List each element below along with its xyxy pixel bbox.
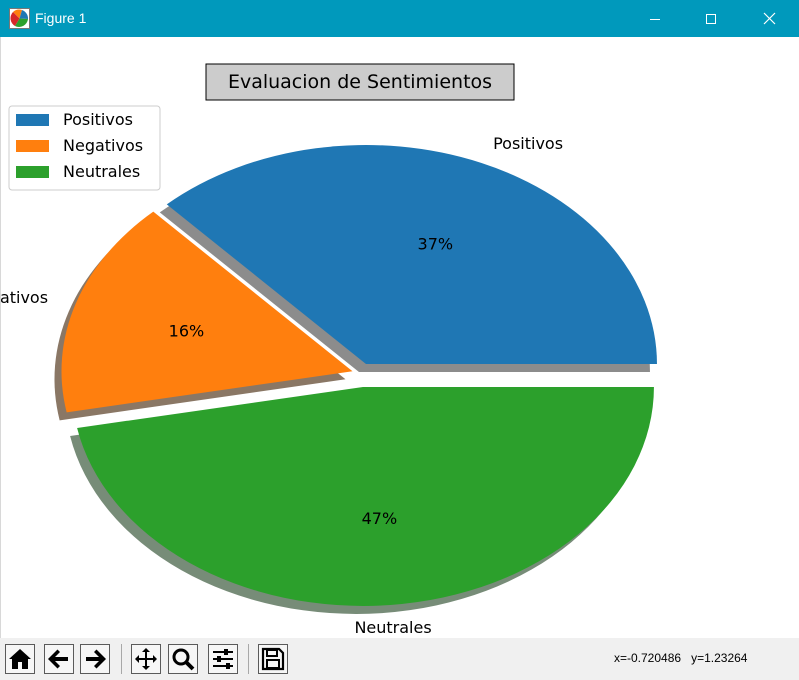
window-title: Figure 1 [35, 10, 87, 26]
legend-swatch-neutrales [16, 166, 49, 178]
slice-label-negativos: Negativos [0, 288, 48, 307]
close-button[interactable] [746, 0, 792, 37]
slice-percent-neutrales: 47% [362, 509, 398, 528]
pie-slice-neutrales [77, 386, 654, 606]
save-icon [261, 647, 285, 671]
slice-percent-positivos: 37% [418, 234, 454, 253]
pan-button[interactable] [131, 644, 161, 674]
toolbar-separator [248, 644, 249, 674]
back-button[interactable] [44, 644, 74, 674]
legend-label-neutrales: Neutrales [63, 162, 140, 181]
cursor-coordinates: x=-0.720486 y=1.23264 [614, 651, 747, 665]
slice-label-neutrales: Neutrales [354, 618, 431, 637]
legend: Positivos Negativos Neutrales [8, 105, 161, 191]
close-icon [763, 12, 775, 25]
configure-subplots-icon [213, 649, 233, 669]
coord-y: y=1.23264 [691, 651, 748, 665]
legend-entries: Positivos Negativos Neutrales [16, 110, 143, 181]
chart-title-box: Evaluacion de Sentimientos [205, 63, 515, 101]
home-icon [9, 649, 31, 669]
forward-button[interactable] [80, 644, 110, 674]
save-button[interactable] [258, 644, 288, 674]
maximize-button[interactable] [688, 0, 734, 37]
maximize-icon [706, 13, 716, 24]
slice-percent-negativos: 16% [169, 322, 205, 341]
back-icon [48, 649, 68, 669]
matplotlib-figure-icon [9, 8, 30, 29]
slice-label-positivos: Positivos [493, 134, 563, 153]
home-button[interactable] [5, 644, 35, 674]
canvas-border [0, 37, 1, 638]
legend-swatch-positivos [16, 114, 49, 126]
figure-canvas[interactable]: Positivos 37% Negativos 16% Neutrales 47% Eva… [0, 37, 799, 638]
legend-swatch-negativos [16, 140, 49, 152]
coord-x: x=-0.720486 [614, 651, 682, 665]
pie-slices [61, 144, 657, 606]
legend-label-negativos: Negativos [63, 136, 143, 155]
pie-chart: Positivos 37% Negativos 16% Neutrales 47% Eva… [0, 63, 657, 637]
zoom-button[interactable] [168, 644, 198, 674]
forward-icon [86, 649, 106, 669]
pan-icon [135, 648, 157, 670]
zoom-icon [172, 648, 195, 671]
minimize-button[interactable] [632, 0, 678, 37]
legend-label-positivos: Positivos [63, 110, 133, 129]
toolbar-separator [121, 644, 122, 674]
chart-title: Evaluacion de Sentimientos [228, 71, 492, 93]
minimize-icon [650, 18, 660, 20]
window-titlebar: Figure 1 [0, 0, 799, 37]
configure-subplots-button[interactable] [208, 644, 238, 674]
